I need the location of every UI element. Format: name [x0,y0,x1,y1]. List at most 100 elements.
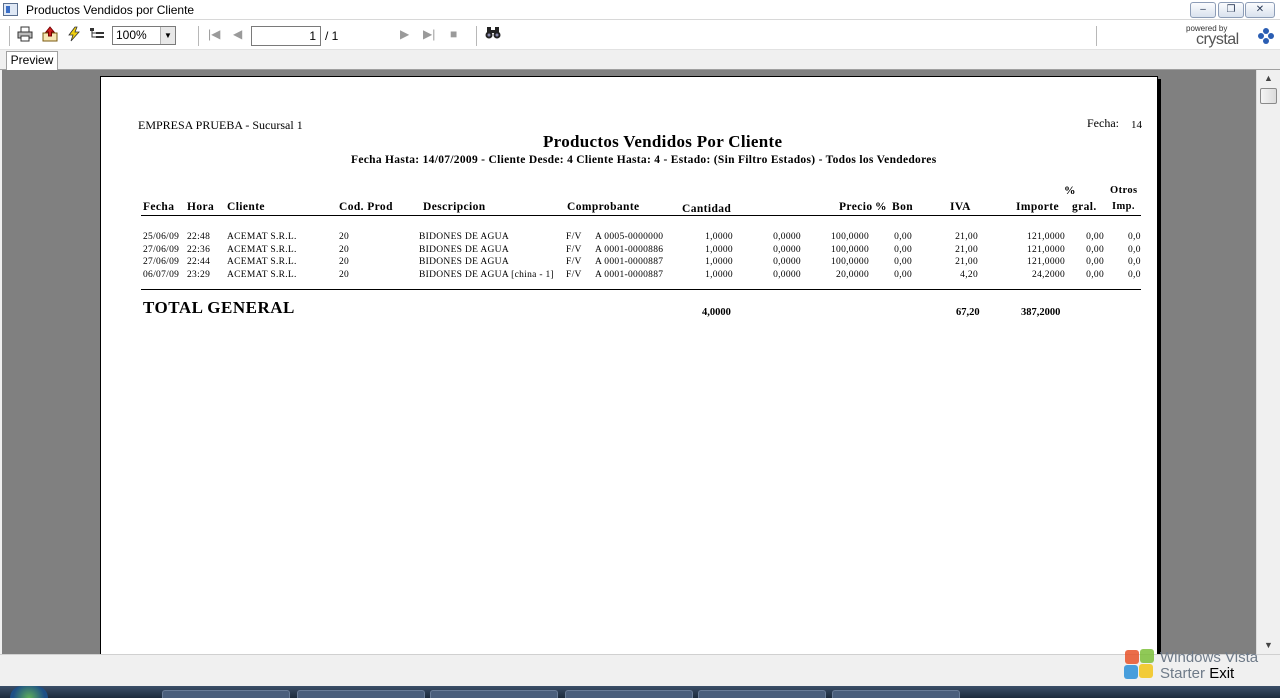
stop-icon[interactable]: ■ [450,27,457,41]
page-number-input[interactable]: 1 [251,26,321,46]
row-bon: 0,00 [894,257,912,268]
title-bar: Productos Vendidos por Cliente – ❐ ✕ [0,0,1280,20]
col-iva: IVA [950,201,971,213]
row-fecha: 06/07/09 [143,270,180,281]
row-gral: 0,00 [1086,244,1104,255]
row-fecha: 27/06/09 [143,244,180,255]
status-bar [0,654,1280,686]
page-total: / 1 [325,29,339,43]
col-hora: Hora [187,201,215,213]
previous-page-icon[interactable]: ◀ [233,27,242,41]
row-cantidad: 1,0000 [705,232,733,242]
preview-area: EMPRESA PRUEBA - Sucursal 1 Productos Ve… [2,70,1256,656]
watermark-line2: Starter [1160,665,1206,682]
start-button[interactable] [10,686,48,698]
col-pct-gral: % [1064,185,1076,197]
row-cantidad: 1,0000 [705,257,733,268]
windows-logo-icon [1122,646,1156,680]
row-importe: 121,0000 [1026,244,1065,255]
refresh-lightning-icon[interactable] [65,26,83,44]
search-binoculars-icon[interactable] [484,26,502,44]
taskbar-item[interactable] [698,690,826,698]
taskbar-item[interactable] [832,690,960,698]
total-iva: 67,20 [956,307,980,318]
watermark-line1: Windows Vista [1160,649,1259,666]
row-cod-prod: 20 [339,232,350,242]
maximize-button[interactable]: ❐ [1218,2,1244,18]
row-precio-unit: 0,0000 [773,244,801,255]
taskbar-item[interactable] [430,690,558,698]
row-tipo: F/V [566,257,582,268]
row-cod-prod: 20 [339,270,350,281]
row-descripcion: BIDONES DE AGUA [419,232,509,242]
row-fecha: 27/06/09 [143,257,180,268]
total-cantidad: 4,0000 [702,307,731,318]
first-page-icon[interactable]: |◀ [208,27,220,41]
row-gral: 0,00 [1086,257,1104,268]
row-cliente: ACEMAT S.R.L. [227,244,297,255]
zoom-value: 100% [116,28,147,42]
row-gral: 0,00 [1086,270,1104,281]
col-pct-bon: % [875,201,887,213]
exit-link[interactable]: Exit [1209,665,1234,682]
col-importe: Importe [1016,201,1060,213]
close-button[interactable]: ✕ [1245,2,1275,18]
row-tipo: F/V [566,232,582,242]
taskbar-item[interactable] [162,690,290,698]
row-otros-imp: 0,0 [1128,232,1141,242]
report-viewer-window: Productos Vendidos por Cliente – ❐ ✕ 100… [0,0,1280,698]
vertical-scrollbar[interactable]: ▲ ▼ [1256,70,1280,654]
print-icon[interactable] [16,26,34,44]
row-comprobante: A 0005-0000000 [595,232,664,242]
row-gral: 0,00 [1086,232,1104,242]
row-tipo: F/V [566,244,582,255]
col-comprobante: Comprobante [567,201,640,213]
last-page-icon[interactable]: ▶| [423,27,435,41]
fecha-value: 14 [1131,119,1142,131]
row-cantidad: 1,0000 [705,244,733,255]
row-descripcion: BIDONES DE AGUA [419,257,509,268]
row-precio: 100,0000 [830,257,869,268]
row-importe: 24,2000 [1032,270,1065,281]
report-title: Productos Vendidos Por Cliente [543,132,783,151]
crystal-brand: crystal [1196,31,1239,48]
tab-preview[interactable]: Preview [6,51,58,71]
taskbar-item[interactable] [565,690,693,698]
row-fecha: 25/06/09 [143,232,180,242]
row-iva: 4,20 [960,270,978,281]
row-tipo: F/V [566,270,582,281]
scroll-thumb[interactable] [1260,88,1277,104]
window-title: Productos Vendidos por Cliente [26,3,195,17]
row-hora: 22:36 [187,244,211,255]
total-importe: 387,2000 [1021,307,1061,318]
col-descripcion: Descripcion [423,201,486,213]
minimize-button[interactable]: – [1190,2,1216,18]
taskbar-item[interactable] [297,690,425,698]
zoom-select[interactable]: 100% ▼ [112,26,176,45]
toolbar: 100% ▼ |◀ ◀ 1 / 1 ▶ ▶| ■ [0,20,1280,50]
row-hora: 22:44 [187,257,211,268]
export-icon[interactable] [41,26,59,44]
group-tree-icon[interactable] [88,26,106,44]
row-precio: 100,0000 [830,244,869,255]
row-bon: 0,00 [894,232,912,242]
fecha-label: Fecha: [1087,116,1119,130]
row-cod-prod: 20 [339,257,350,268]
scroll-down-icon[interactable]: ▼ [1260,637,1277,654]
next-page-icon[interactable]: ▶ [400,27,409,41]
company-name: EMPRESA PRUEBA - Sucursal 1 [138,118,303,132]
report-subtitle: Fecha Hasta: 14/07/2009 - Cliente Desde:… [351,154,937,166]
tab-strip: Preview [0,50,1280,71]
row-bon: 0,00 [894,244,912,255]
total-label: TOTAL GENERAL [143,298,295,317]
row-comprobante: A 0001-0000886 [595,244,664,255]
row-iva: 21,00 [955,257,978,268]
row-cantidad: 1,0000 [705,270,733,281]
row-descripcion: BIDONES DE AGUA [china - 1] [419,270,555,281]
chevron-down-icon[interactable]: ▼ [160,27,175,44]
scroll-up-icon[interactable]: ▲ [1260,70,1277,87]
row-importe: 121,0000 [1026,232,1065,242]
toolbar-separator [1096,26,1097,46]
col-imp: Imp. [1112,201,1135,212]
toolbar-separator [476,26,477,46]
